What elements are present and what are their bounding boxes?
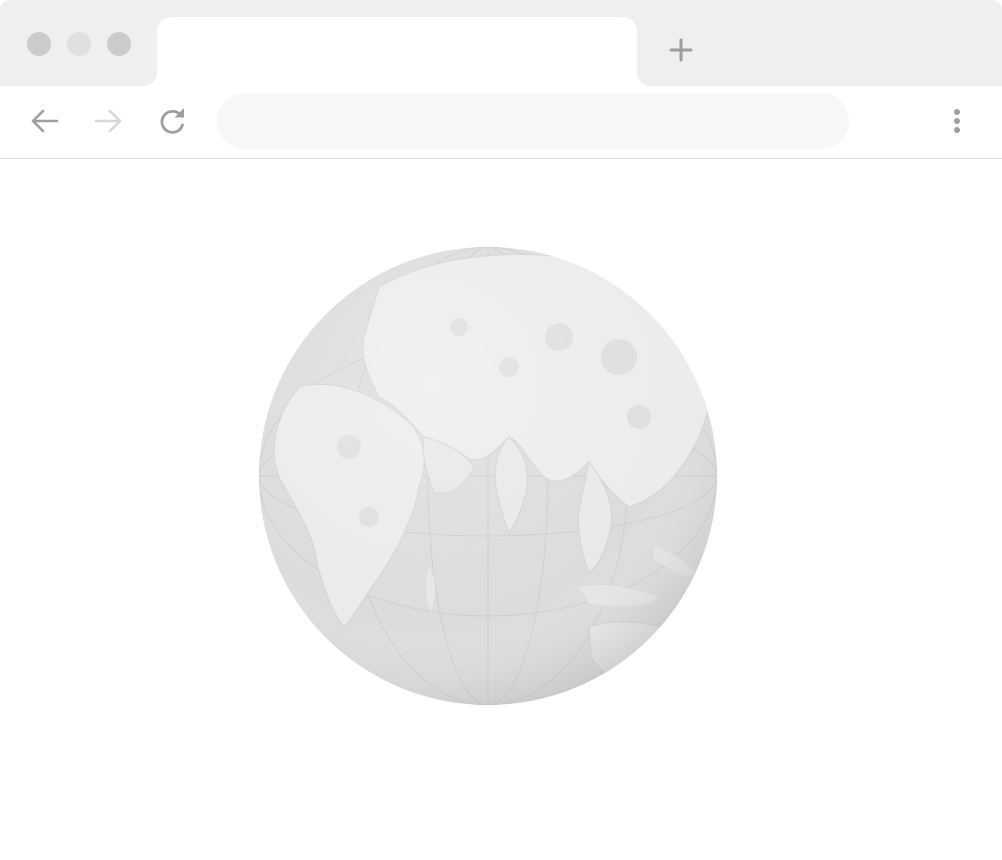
reload-button[interactable] (155, 104, 191, 140)
kebab-menu-icon (954, 109, 960, 133)
tab-active[interactable] (143, 17, 651, 86)
window-minimize-button[interactable] (67, 32, 91, 56)
address-bar-input[interactable] (217, 93, 849, 149)
globe-illustration (259, 247, 717, 705)
page-content (0, 159, 1002, 860)
forward-button[interactable] (91, 104, 127, 140)
reload-icon (160, 108, 184, 134)
tab-strip (0, 0, 1002, 86)
window-zoom-button[interactable] (107, 32, 131, 56)
back-button[interactable] (27, 104, 63, 140)
browser-toolbar (0, 86, 1002, 159)
browser-menu-button[interactable] (941, 104, 973, 140)
new-tab-button[interactable] (665, 34, 697, 66)
arrow-right-icon (94, 109, 122, 133)
browser-window (0, 0, 1002, 860)
arrow-left-icon (31, 109, 59, 133)
plus-icon (669, 38, 693, 62)
window-close-button[interactable] (27, 32, 51, 56)
